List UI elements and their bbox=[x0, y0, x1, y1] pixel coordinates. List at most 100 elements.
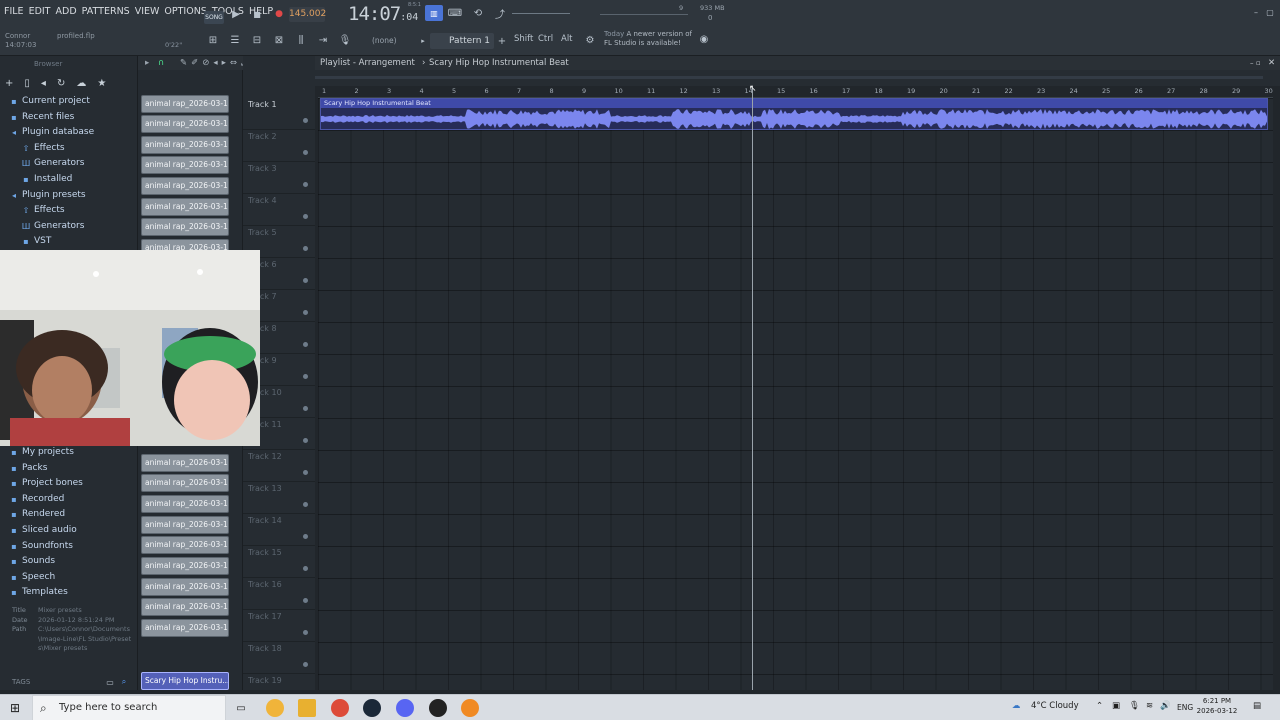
track-header[interactable]: Track 15 bbox=[243, 546, 315, 578]
clip-item[interactable]: animal rap_2026-03-12... bbox=[141, 218, 229, 236]
browser-item-vst[interactable]: ▪ VST bbox=[0, 234, 136, 249]
browser-add-icon[interactable]: + bbox=[5, 78, 13, 92]
playlist-minimize-icon[interactable]: – bbox=[1250, 56, 1254, 70]
browser-favorite-icon[interactable]: ★ bbox=[97, 78, 106, 92]
browser-item-templates[interactable]: ▪ Templates bbox=[0, 585, 136, 600]
update-notice[interactable]: Today A newer version of FL Studio is av… bbox=[604, 30, 704, 48]
microphone-icon[interactable]: 🎙 bbox=[337, 32, 353, 48]
browser-item-generators[interactable]: Ш Generators bbox=[0, 156, 136, 171]
browser-item-effects[interactable]: ⇧ Effects bbox=[0, 141, 136, 156]
channel-rack-icon[interactable]: ☰ bbox=[227, 32, 243, 48]
track-mute-icon[interactable] bbox=[303, 438, 308, 443]
clip-item[interactable]: animal rap_2026-03-12... bbox=[141, 95, 229, 113]
plugin-picker-icon[interactable]: ⇥ bbox=[315, 32, 331, 48]
browser-item-my-projects[interactable]: ▪ My projects bbox=[0, 445, 136, 460]
start-icon[interactable]: ⊞ bbox=[8, 701, 22, 715]
playlist-arrow-icon[interactable]: ▸ bbox=[145, 56, 149, 70]
browser-file-icon[interactable]: ▯ bbox=[24, 78, 30, 92]
add-pattern-icon[interactable]: + bbox=[497, 34, 507, 48]
track-mute-icon[interactable] bbox=[303, 662, 308, 667]
clip-item[interactable]: animal rap_2026-03-12... bbox=[141, 136, 229, 154]
track-mute-icon[interactable] bbox=[303, 246, 308, 251]
browser-item-speech[interactable]: ▪ Speech bbox=[0, 570, 136, 585]
clip-item-selected[interactable]: Scary Hip Hop Instru... bbox=[141, 672, 229, 690]
clip-item[interactable]: animal rap_2026-03-12... bbox=[141, 156, 229, 174]
browser-item-effects[interactable]: ⇧ Effects bbox=[0, 203, 136, 218]
tags-folder-icon[interactable]: ▭ bbox=[105, 676, 115, 688]
typing-keyboard-icon[interactable]: ⌨ bbox=[447, 5, 463, 21]
stop-icon[interactable]: ■ bbox=[252, 7, 262, 21]
fl-studio-icon[interactable] bbox=[461, 699, 479, 717]
menu-edit[interactable]: EDIT bbox=[29, 6, 51, 17]
master-volume-slider[interactable] bbox=[512, 13, 570, 14]
track-mute-icon[interactable] bbox=[303, 534, 308, 539]
chrome-icon[interactable] bbox=[331, 699, 349, 717]
horizontal-scrollbar[interactable] bbox=[303, 76, 1263, 79]
track-header[interactable]: Track 12 bbox=[243, 450, 315, 482]
pattern-arrow-icon[interactable]: ▸ bbox=[418, 34, 428, 48]
browser-item-installed[interactable]: ▪ Installed bbox=[0, 172, 136, 187]
browser-item-plugin-presets[interactable]: ◂ Plugin presets bbox=[0, 188, 136, 203]
track-mute-icon[interactable] bbox=[303, 406, 308, 411]
clip-item[interactable]: animal rap_2026-03-12... bbox=[141, 619, 229, 637]
browser-item-soundfonts[interactable]: ▪ Soundfonts bbox=[0, 539, 136, 554]
track-mute-icon[interactable] bbox=[303, 598, 308, 603]
clip-item[interactable]: animal rap_2026-03-12... bbox=[141, 516, 229, 534]
browser-item-packs[interactable]: ▪ Packs bbox=[0, 461, 136, 476]
clip-item[interactable]: animal rap_2026-03-12... bbox=[141, 578, 229, 596]
track-header[interactable]: Track 16 bbox=[243, 578, 315, 610]
pattern-song-toggle-icon[interactable]: ▥ bbox=[425, 5, 443, 21]
tray-wifi-icon[interactable]: ≋ bbox=[1146, 701, 1153, 711]
clip-item[interactable]: animal rap_2026-03-12... bbox=[141, 536, 229, 554]
clip-item[interactable]: animal rap_2026-03-12... bbox=[141, 198, 229, 216]
file-explorer-icon[interactable] bbox=[298, 699, 316, 717]
track-mute-icon[interactable] bbox=[303, 182, 308, 187]
tray-volume-icon[interactable]: 🔊 bbox=[1160, 701, 1171, 711]
menu-add[interactable]: ADD bbox=[56, 6, 77, 17]
shift-key-button[interactable]: Shift bbox=[514, 34, 533, 44]
playlist-grid[interactable] bbox=[318, 98, 1273, 690]
playhead[interactable] bbox=[752, 86, 753, 690]
pattern-selector[interactable]: Pattern 1 bbox=[430, 33, 494, 49]
tempo-display[interactable]: 145.002 bbox=[289, 7, 326, 22]
browser-cloud-icon[interactable]: ☁ bbox=[76, 78, 86, 92]
track-mute-icon[interactable] bbox=[303, 630, 308, 635]
browser-icon[interactable]: ⫼ bbox=[293, 32, 309, 48]
discord-icon[interactable] bbox=[396, 699, 414, 717]
tray-clock[interactable]: 6:21 PM 2026-03-12 bbox=[1194, 696, 1240, 716]
mixer-icon[interactable]: ⊞ bbox=[205, 32, 221, 48]
magnet-icon[interactable]: ∩ bbox=[158, 56, 164, 70]
timeline-ruler[interactable]: 1 2 3 4 5 6 7 8 9 10 11 12 13 14 15 16 17 18 19 20 21 22 23 24 2… bbox=[318, 86, 1273, 98]
update-icon[interactable]: ⚙ bbox=[582, 32, 598, 48]
weather-label[interactable]: 4°C Cloudy bbox=[1031, 701, 1079, 711]
wait-icon[interactable]: ⤴ bbox=[492, 5, 508, 21]
song-mode-button[interactable]: SONG bbox=[204, 11, 224, 24]
browser-item-plugin-database[interactable]: ◂ Plugin database bbox=[0, 125, 136, 140]
track-header[interactable]: Track 17 bbox=[243, 610, 315, 642]
browser-refresh-icon[interactable]: ↻ bbox=[57, 78, 65, 92]
menu-file[interactable]: FILE bbox=[4, 6, 24, 17]
clip-item[interactable]: animal rap_2026-03-12... bbox=[141, 495, 229, 513]
audio-clip[interactable]: Scary Hip Hop Instrumental Beat bbox=[320, 98, 1268, 130]
tray-language[interactable]: ENG bbox=[1177, 703, 1193, 712]
tray-mic-icon[interactable]: 🎙 bbox=[1129, 701, 1140, 711]
tray-network-icon[interactable]: ▣ bbox=[1112, 701, 1120, 711]
clip-item[interactable]: animal rap_2026-03-12... bbox=[141, 557, 229, 575]
track-mute-icon[interactable] bbox=[303, 118, 308, 123]
track-mute-icon[interactable] bbox=[303, 342, 308, 347]
play-icon[interactable]: ▶ bbox=[230, 7, 242, 21]
record-icon[interactable]: ● bbox=[274, 7, 284, 21]
browser-item-recorded[interactable]: ▪ Recorded bbox=[0, 492, 136, 507]
tags-label[interactable]: TAGS bbox=[12, 678, 30, 686]
track-header[interactable]: Track 13 bbox=[243, 482, 315, 514]
track-mute-icon[interactable] bbox=[303, 566, 308, 571]
copilot-icon[interactable] bbox=[266, 699, 284, 717]
track-header[interactable]: Track 2 bbox=[243, 130, 315, 162]
clip-item[interactable]: animal rap_2026-03-12... bbox=[141, 177, 229, 195]
track-mute-icon[interactable] bbox=[303, 502, 308, 507]
taskbar-search[interactable]: ⌕ Type here to search bbox=[32, 695, 226, 720]
browser-item-rendered[interactable]: ▪ Rendered bbox=[0, 507, 136, 522]
obs-icon[interactable] bbox=[429, 699, 447, 717]
clip-item[interactable]: animal rap_2026-03-12... bbox=[141, 115, 229, 133]
track-mute-icon[interactable] bbox=[303, 278, 308, 283]
